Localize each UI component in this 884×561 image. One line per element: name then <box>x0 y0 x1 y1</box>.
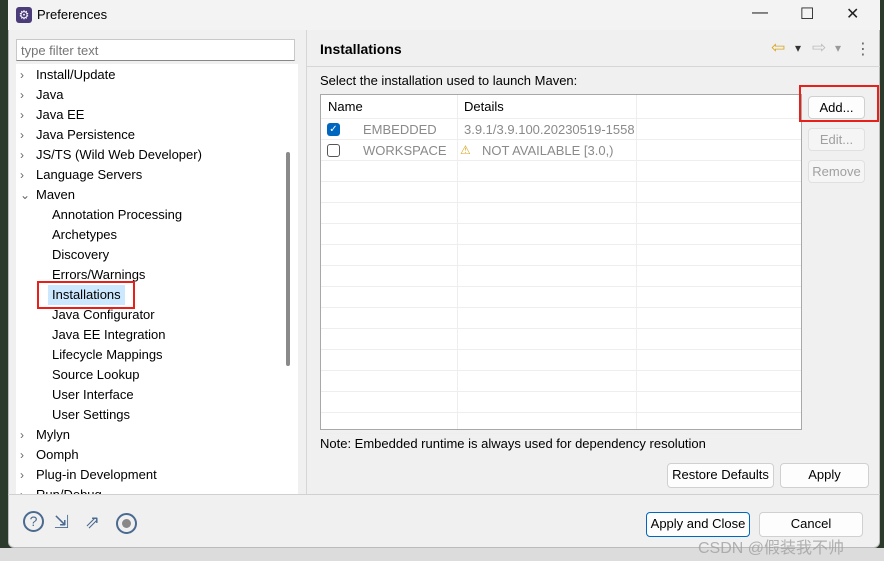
expand-chevron-icon[interactable]: › <box>20 165 32 185</box>
tree-item-label: Maven <box>36 187 76 202</box>
tree-item-label: Mylyn <box>36 427 70 442</box>
column-header-name[interactable]: Name <box>328 96 363 117</box>
record-icon[interactable] <box>116 513 137 534</box>
help-icon[interactable]: ? <box>23 511 44 532</box>
highlight-box-add <box>799 85 879 122</box>
close-button[interactable]: ✕ <box>846 4 859 24</box>
tree-item-label: Java EE Integration <box>52 327 166 342</box>
tree-item-label: JS/TS (Wild Web Developer) <box>36 147 202 162</box>
tree-item-label: Install/Update <box>36 67 116 82</box>
edit-button[interactable]: Edit... <box>808 128 865 151</box>
tree-item-label: Annotation Processing <box>52 207 183 222</box>
table-row[interactable] <box>321 329 801 350</box>
tree-item-label: User Interface <box>52 387 134 402</box>
back-dropdown-icon[interactable]: ▾ <box>795 41 801 55</box>
import-icon[interactable]: ⇲ <box>54 512 69 533</box>
tree-item-label: Java <box>36 87 64 102</box>
table-row[interactable] <box>321 245 801 266</box>
installation-name: WORKSPACE <box>363 143 447 158</box>
menu-icon[interactable]: ⋮ <box>855 39 871 59</box>
apply-button[interactable]: Apply <box>780 463 869 488</box>
instruction-label: Select the installation used to launch M… <box>320 73 578 88</box>
expand-chevron-icon[interactable]: › <box>20 105 32 125</box>
table-row[interactable] <box>321 266 801 287</box>
window-title: Preferences <box>37 7 108 22</box>
tree-item-label: Source Lookup <box>52 367 140 382</box>
expand-chevron-icon[interactable]: › <box>20 85 32 105</box>
tree-item-label: Discovery <box>52 247 110 262</box>
table-row[interactable] <box>321 392 801 413</box>
warning-icon: ⚠ <box>460 143 471 157</box>
table-row[interactable] <box>321 161 801 182</box>
tree-item-label: Java EE <box>36 107 85 122</box>
installation-name: EMBEDDED <box>363 122 437 137</box>
checkbox[interactable]: ✓ <box>327 123 340 136</box>
page-title: Installations <box>320 41 402 57</box>
tree-item-label: Archetypes <box>52 227 118 242</box>
expand-chevron-icon[interactable]: ⌄ <box>20 185 32 205</box>
table-row[interactable] <box>321 371 801 392</box>
tree-item-label: Run/Debug <box>36 485 102 494</box>
installations-table: Name Details ✓ EMBEDDED 3.9.1/3.9.100.2023… <box>320 94 802 434</box>
preference-tree: › Install/Update › Java › Java EE › Java Persis… <box>16 64 298 494</box>
table-row[interactable] <box>321 224 801 245</box>
tree-item-label: Language Servers <box>36 167 143 182</box>
table-row[interactable] <box>321 287 801 308</box>
title-bar: ⚙ Preferences — ☐ ✕ <box>8 0 880 30</box>
maximize-button[interactable]: ☐ <box>800 4 814 24</box>
footer-divider <box>8 494 880 495</box>
table-row[interactable]: ✓ EMBEDDED 3.9.1/3.9.100.20230519-1558 <box>321 119 801 140</box>
app-icon: ⚙ <box>16 7 32 23</box>
tree-item-label: Java Configurator <box>52 307 155 322</box>
expand-chevron-icon[interactable]: › <box>20 425 32 445</box>
note-label: Note: Embedded runtime is always used fo… <box>320 436 706 451</box>
export-icon[interactable]: ⇗ <box>85 512 100 533</box>
header-divider <box>307 66 880 67</box>
expand-chevron-icon[interactable]: › <box>20 465 32 485</box>
forward-dropdown-icon[interactable]: ▾ <box>835 41 841 55</box>
checkbox[interactable] <box>327 144 340 157</box>
tree-item-label: Oomph <box>36 447 79 462</box>
expand-chevron-icon[interactable]: › <box>20 65 32 85</box>
pane-divider[interactable] <box>306 30 307 494</box>
installation-details: 3.9.1/3.9.100.20230519-1558 <box>464 122 635 137</box>
tree-item-label: Java Persistence <box>36 127 135 142</box>
table-header: Name Details <box>321 95 801 119</box>
tree-item-label: User Settings <box>52 407 131 422</box>
tree-item-label: Plug-in Development <box>36 467 157 482</box>
forward-icon[interactable]: ⇨ <box>812 38 826 58</box>
expand-chevron-icon[interactable]: › <box>20 485 32 494</box>
installation-details: NOT AVAILABLE [3.0,) <box>482 143 614 158</box>
table-row[interactable] <box>321 203 801 224</box>
back-icon[interactable]: ⇦ <box>771 38 785 58</box>
table-row[interactable] <box>321 413 801 434</box>
column-header-details[interactable]: Details <box>464 96 504 117</box>
expand-chevron-icon[interactable]: › <box>20 445 32 465</box>
expand-chevron-icon[interactable]: › <box>20 125 32 145</box>
minimize-button[interactable]: — <box>752 4 768 22</box>
table-row[interactable] <box>321 308 801 329</box>
filter-input[interactable] <box>16 39 295 61</box>
table-row[interactable] <box>321 182 801 203</box>
tree-scrollbar[interactable] <box>286 152 290 366</box>
remove-button[interactable]: Remove <box>808 160 865 183</box>
restore-defaults-button[interactable]: Restore Defaults <box>667 463 774 488</box>
table-row[interactable] <box>321 350 801 371</box>
table-row[interactable]: WORKSPACE ⚠ NOT AVAILABLE [3.0,) <box>321 140 801 161</box>
watermark: CSDN @假装我不帅 <box>698 540 845 557</box>
tree-item-label: Lifecycle Mappings <box>52 347 163 362</box>
expand-chevron-icon[interactable]: › <box>20 145 32 165</box>
